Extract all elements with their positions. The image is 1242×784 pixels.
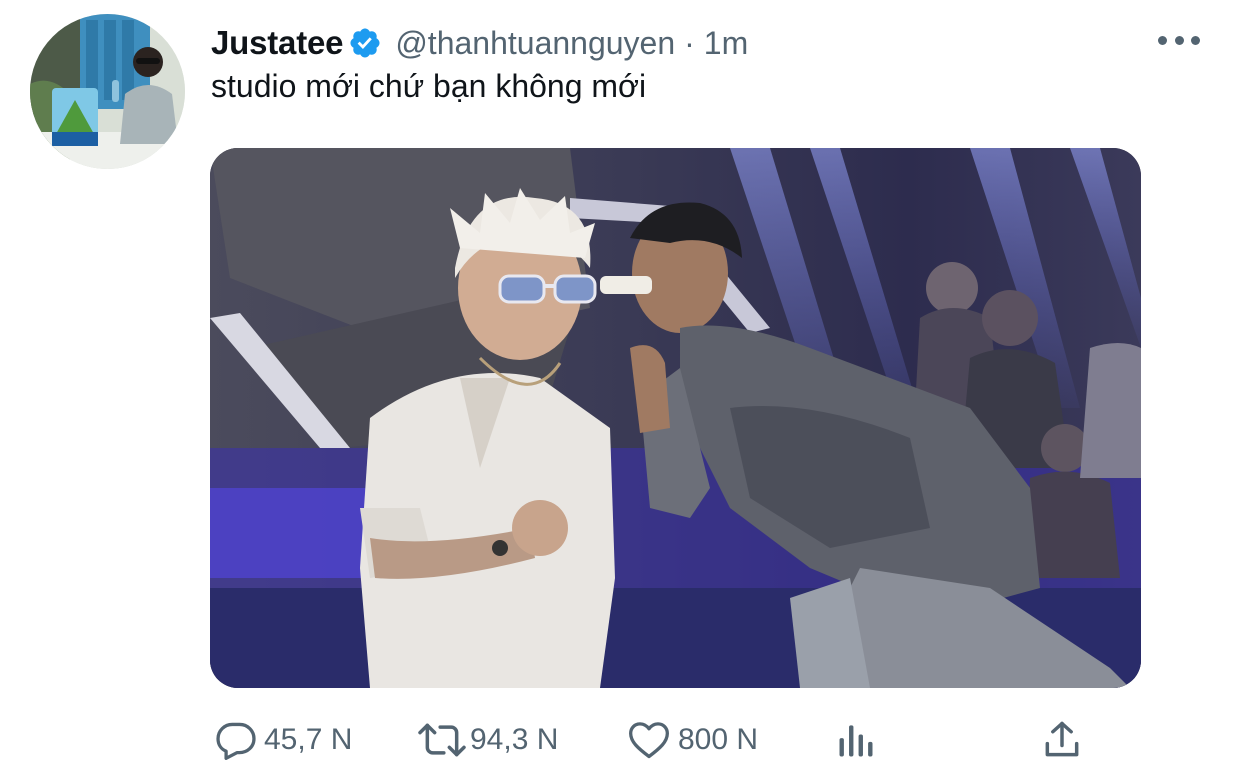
reply-button[interactable]: 45,7 N [214, 712, 352, 768]
share-icon [1040, 718, 1084, 762]
more-options-icon[interactable] [1158, 28, 1200, 52]
reply-count: 45,7 N [264, 723, 353, 756]
author-handle[interactable]: @thanhtuannguyen [395, 25, 675, 62]
analytics-icon [834, 718, 878, 762]
more-dot [1158, 35, 1167, 45]
like-button[interactable]: 800 N [626, 712, 758, 768]
tweet-timestamp[interactable]: 1m [704, 25, 748, 62]
share-button[interactable] [1040, 712, 1084, 768]
more-dot [1174, 35, 1184, 45]
tweet-action-bar: 45,7 N 94,3 N 800 N [0, 712, 1242, 768]
tweet-photo[interactable] [210, 148, 1141, 688]
like-count: 800 N [678, 723, 759, 756]
retweet-count: 94,3 N [470, 723, 559, 756]
header-separator: · [684, 24, 695, 61]
heart-icon [626, 718, 672, 762]
views-button[interactable] [834, 712, 878, 768]
verified-badge-icon [348, 26, 382, 60]
author-avatar[interactable] [30, 14, 185, 169]
more-dot [1191, 35, 1200, 45]
tweet-text: studio mới chứ bạn không mới [211, 68, 647, 104]
reply-icon [214, 718, 258, 762]
retweet-icon [416, 718, 468, 762]
author-display-name[interactable]: Justatee [211, 24, 344, 62]
retweet-button[interactable]: 94,3 N [416, 712, 558, 768]
tweet-header: Justatee @thanhtuannguyen · 1m [211, 20, 748, 66]
